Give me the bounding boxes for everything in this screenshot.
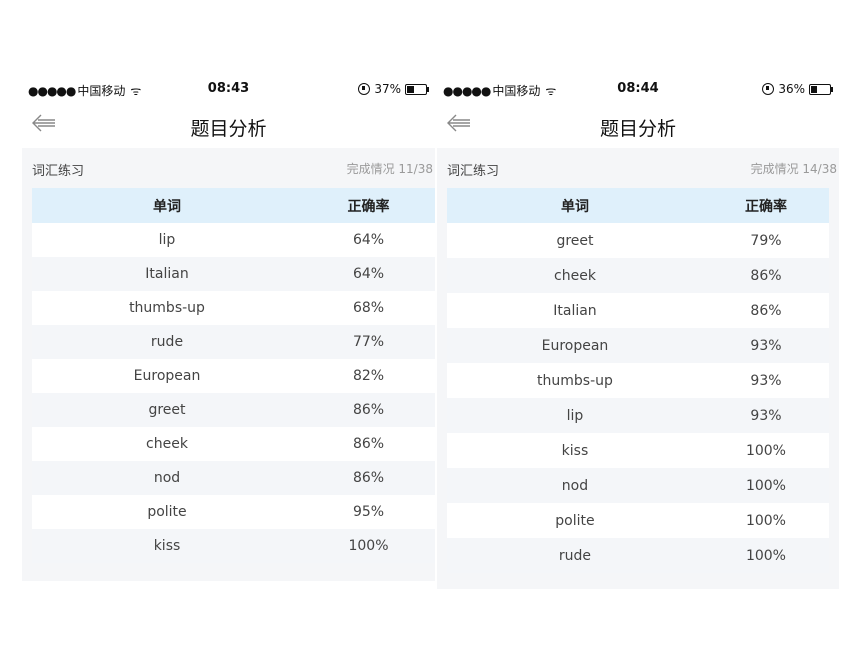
rate-cell: 86% <box>750 267 782 284</box>
rate-cell: 93% <box>750 337 782 354</box>
word-cell: cheek <box>554 267 596 284</box>
word-cell: rude <box>558 547 592 564</box>
table-header: 单词 正确率 <box>447 188 829 223</box>
table-row: polite 100% <box>447 503 829 538</box>
table-row: polite 95% <box>32 495 435 529</box>
battery-icon <box>405 83 429 95</box>
nav-bar: 题目分析 <box>437 104 839 148</box>
word-cell: lip <box>158 232 176 248</box>
word-cell: kiss <box>153 538 181 554</box>
table-header: 单词 正确率 <box>32 188 435 223</box>
rate-cell: 64% <box>352 232 385 248</box>
header-word: 单词 <box>560 198 589 215</box>
table-body: lip 64% Italian 64% thumbs-up 68% rude 77% Europ… <box>32 223 435 563</box>
table-row: Italian 86% <box>447 293 829 328</box>
rate-cell: 79% <box>750 232 782 249</box>
section-title: 词汇练习 <box>32 164 85 179</box>
table-row: cheek 86% <box>447 258 829 293</box>
table-row: nod 86% <box>32 461 435 495</box>
word-cell: Italian <box>145 266 189 282</box>
battery-icon <box>809 83 833 95</box>
orientation-lock-icon <box>358 83 371 95</box>
table-row: European 93% <box>447 328 829 363</box>
battery-percent: 36% <box>778 82 805 96</box>
rate-cell: 82% <box>352 368 385 384</box>
status-right: 36% <box>762 82 833 96</box>
rate-cell: 93% <box>750 407 782 424</box>
word-cell: kiss <box>561 442 589 459</box>
completion-status: 完成情况 11/38 <box>346 162 433 176</box>
rate-cell: 95% <box>352 504 385 520</box>
word-cell: European <box>541 337 609 354</box>
orientation-lock-icon <box>762 83 775 95</box>
table-row: greet 79% <box>447 223 829 258</box>
screenshot-right: ●●●●● 中国移动 ᯤ 08:44 36% 题目分析 词汇练习 完成情况 14/3… <box>437 76 839 589</box>
nav-bar: 题目分析 <box>22 104 435 148</box>
word-cell: greet <box>148 402 186 418</box>
table-row: thumbs-up 93% <box>447 363 829 398</box>
rate-cell: 86% <box>352 402 385 418</box>
word-cell: nod <box>561 477 589 494</box>
table-row: kiss 100% <box>447 433 829 468</box>
content-area: 词汇练习 完成情况 14/38 单词 正确率 greet 79% cheek 86% I… <box>437 148 839 589</box>
word-cell: thumbs-up <box>129 300 205 316</box>
word-cell: polite <box>147 504 187 520</box>
table-row: rude 77% <box>32 325 435 359</box>
table-row: nod 100% <box>447 468 829 503</box>
battery-fill <box>407 85 414 93</box>
rate-cell: 64% <box>352 266 385 282</box>
word-accuracy-table: 单词 正确率 greet 79% cheek 86% Italian 86% Europea… <box>447 188 829 573</box>
header-rate: 正确率 <box>347 198 390 215</box>
table-row: thumbs-up 68% <box>32 291 435 325</box>
rate-cell: 100% <box>745 477 786 494</box>
content-area: 词汇练习 完成情况 11/38 单词 正确率 lip 64% Italian 64% t… <box>22 148 435 581</box>
screenshot-left: ●●●●● 中国移动 ᯤ 08:43 37% 题目分析 词汇练习 完成情况 11/3… <box>22 76 435 581</box>
rate-cell: 100% <box>745 547 786 564</box>
table-row: lip 64% <box>32 223 435 257</box>
word-accuracy-table: 单词 正确率 lip 64% Italian 64% thumbs-up 68% rude 7… <box>32 188 435 563</box>
battery-percent: 37% <box>374 82 401 96</box>
section-header: 词汇练习 完成情况 11/38 <box>22 148 435 188</box>
status-right: 37% <box>358 82 429 96</box>
battery-fill <box>811 85 817 93</box>
word-cell: polite <box>555 512 595 529</box>
rate-cell: 93% <box>750 372 782 389</box>
section-title: 词汇练习 <box>447 164 500 179</box>
completion-status: 完成情况 14/38 <box>750 162 837 176</box>
word-cell: lip <box>566 407 584 424</box>
rate-cell: 100% <box>745 442 786 459</box>
header-rate: 正确率 <box>744 198 787 215</box>
header-word: 单词 <box>153 198 181 215</box>
rate-cell: 100% <box>745 512 786 529</box>
table-row: lip 93% <box>447 398 829 433</box>
rate-cell: 68% <box>352 300 385 316</box>
word-cell: greet <box>556 232 594 249</box>
status-bar: ●●●●● 中国移动 ᯤ 08:44 36% <box>437 76 839 104</box>
rate-cell: 100% <box>348 538 389 554</box>
table-row: Italian 64% <box>32 257 435 291</box>
rate-cell: 86% <box>750 302 782 319</box>
word-cell: Italian <box>553 302 597 319</box>
table-row: cheek 86% <box>32 427 435 461</box>
word-cell: nod <box>153 470 181 486</box>
table-body: greet 79% cheek 86% Italian 86% European 93% thu… <box>447 223 829 573</box>
status-bar: ●●●●● 中国移动 ᯤ 08:43 37% <box>22 76 435 104</box>
rate-cell: 77% <box>352 334 385 350</box>
table-row: European 82% <box>32 359 435 393</box>
word-cell: rude <box>150 334 184 350</box>
rate-cell: 86% <box>352 436 385 452</box>
table-row: kiss 100% <box>32 529 435 563</box>
page-title: 题目分析 <box>599 118 676 140</box>
rate-cell: 86% <box>352 470 385 486</box>
section-header: 词汇练习 完成情况 14/38 <box>437 148 839 188</box>
table-row: greet 86% <box>32 393 435 427</box>
table-row: rude 100% <box>447 538 829 573</box>
page-title: 题目分析 <box>190 118 267 140</box>
word-cell: European <box>133 368 201 384</box>
word-cell: thumbs-up <box>537 372 613 389</box>
word-cell: cheek <box>146 436 188 452</box>
